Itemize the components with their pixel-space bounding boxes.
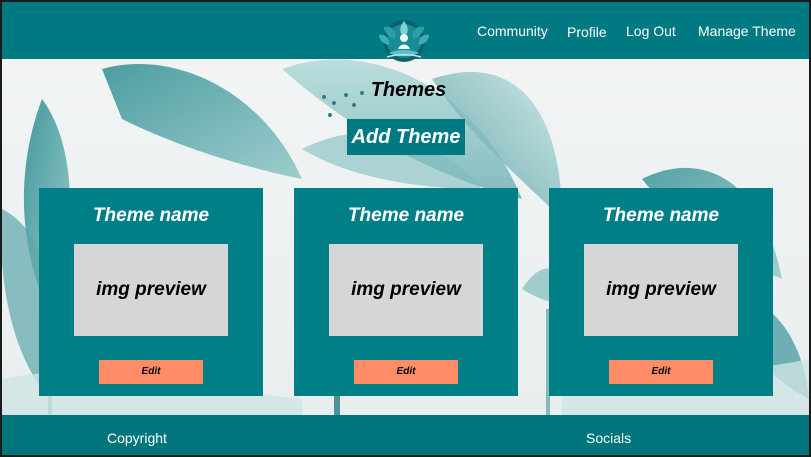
lotus-logo-icon[interactable] [373, 13, 435, 65]
theme-name: Theme name [92, 205, 210, 226]
edit-theme-button[interactable]: Edit [354, 360, 458, 384]
theme-card: Theme name img preview Edit [39, 188, 263, 396]
nav-community-link[interactable]: Community [477, 23, 548, 39]
theme-name: Theme name [347, 205, 465, 226]
preview-placeholder-text: img preview [351, 279, 461, 300]
theme-image-preview: img preview [329, 244, 483, 336]
preview-placeholder-text: img preview [606, 279, 716, 300]
edit-theme-button[interactable]: Edit [99, 360, 203, 384]
nav-logout-link[interactable]: Log Out [626, 23, 676, 39]
footer: Copyright Socials [2, 415, 809, 455]
edit-theme-button[interactable]: Edit [609, 360, 713, 384]
preview-placeholder-text: img preview [96, 279, 206, 300]
add-theme-button[interactable]: Add Theme [347, 119, 465, 155]
nav-manage-theme-link[interactable]: Manage Theme [698, 23, 796, 39]
theme-image-preview: img preview [74, 244, 228, 336]
nav-profile-link[interactable]: Profile [567, 24, 607, 40]
footer-socials-link[interactable]: Socials [586, 430, 631, 446]
theme-name: Theme name [602, 205, 720, 226]
theme-card: Theme name img preview Edit [549, 188, 773, 396]
page-title: Themes [370, 79, 447, 101]
theme-card: Theme name img preview Edit [294, 188, 518, 396]
app-frame: Community Profile Log Out Manage Theme T… [2, 2, 809, 455]
footer-copyright: Copyright [107, 430, 167, 446]
theme-image-preview: img preview [584, 244, 738, 336]
